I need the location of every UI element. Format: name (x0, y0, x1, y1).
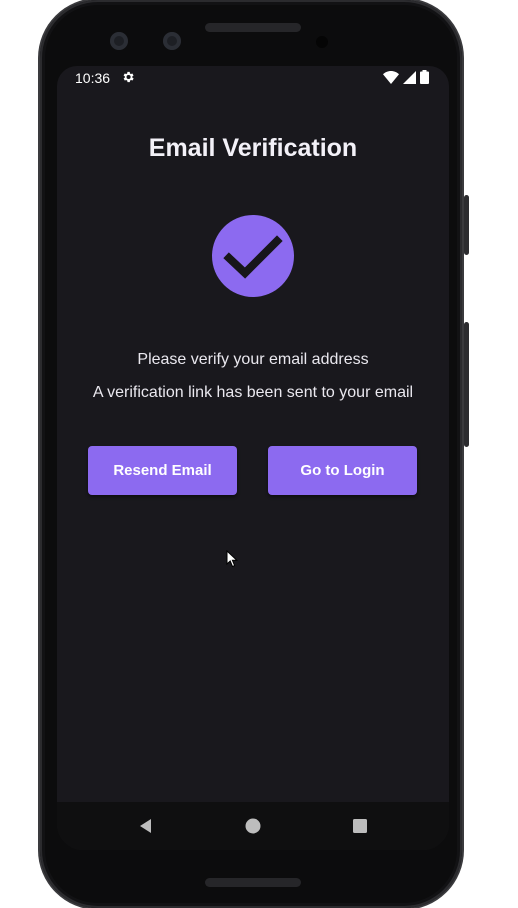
front-camera (110, 32, 128, 50)
earpiece-speaker (205, 23, 301, 32)
status-time: 10:36 (75, 70, 111, 86)
page-title: Email Verification (148, 134, 358, 162)
back-icon[interactable] (135, 815, 157, 837)
link-sent-message: A verification link has been sent to you… (92, 384, 414, 401)
signal-icon (403, 70, 416, 84)
battery-icon (420, 70, 429, 84)
power-button (464, 195, 469, 255)
verify-message: Please verify your email address (137, 351, 369, 368)
mouse-pointer-icon (226, 550, 238, 568)
status-icons (383, 70, 429, 84)
go-to-login-button[interactable]: Go to Login (268, 446, 417, 495)
status-bar: 10:36 (57, 66, 449, 90)
proximity-sensor (316, 36, 328, 48)
wifi-icon (383, 70, 399, 84)
check-circle-icon (212, 215, 294, 297)
front-sensor (163, 32, 181, 50)
bottom-speaker (205, 878, 301, 887)
navigation-bar (57, 802, 449, 850)
gear-icon (123, 71, 134, 83)
home-icon[interactable] (242, 815, 264, 837)
volume-button (464, 322, 469, 447)
resend-email-button[interactable]: Resend Email (88, 446, 237, 495)
app-screen: 10:36 Email Verification Please verify y… (57, 66, 449, 850)
recents-icon[interactable] (349, 815, 371, 837)
